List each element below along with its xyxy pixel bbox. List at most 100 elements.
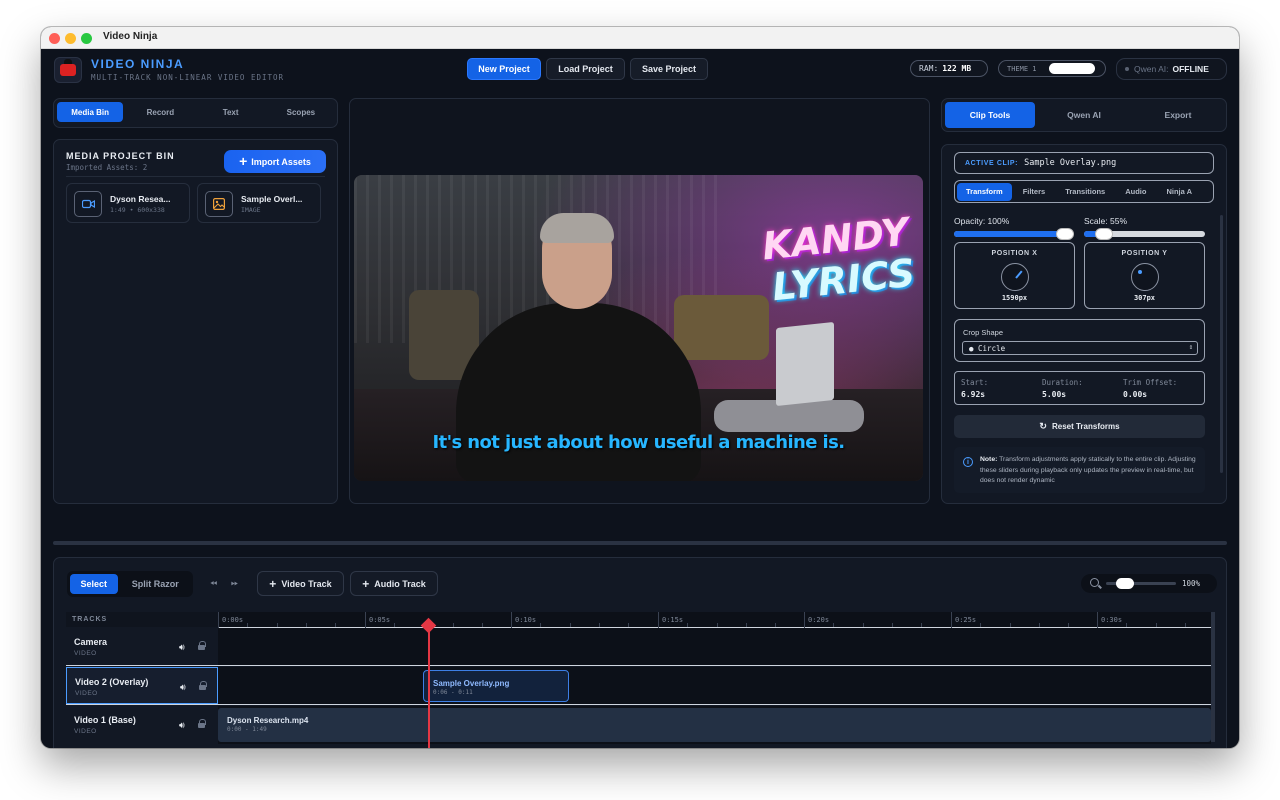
close-window-button[interactable]	[49, 33, 60, 44]
theme-switch[interactable]	[1049, 63, 1095, 74]
tab-qwen-ai[interactable]: Qwen AI	[1039, 102, 1129, 128]
ruler-tick-label: 0:05s	[369, 616, 391, 624]
ruler-minor-tick	[863, 623, 864, 627]
plus-icon: +	[362, 576, 370, 591]
scale-slider[interactable]	[1084, 228, 1205, 240]
position-x-value: 1590px	[1001, 294, 1028, 302]
trim-offset-value: 0.00s	[1123, 390, 1148, 399]
time-ruler[interactable]: 0:00s 0:05s 0:10s 0:15s 0:20s 0:25s 0:30s	[218, 612, 1215, 628]
video-preview[interactable]: KANDY LYRICS It's not just about how use…	[354, 175, 923, 481]
split-razor-button[interactable]: Split Razor	[121, 574, 190, 594]
subtab-transitions[interactable]: Transitions	[1056, 183, 1114, 201]
track-type: VIDEO	[74, 728, 97, 735]
ruler-minor-tick	[540, 623, 541, 627]
tab-record[interactable]: Record	[127, 102, 193, 122]
note-bold: Note:	[980, 456, 998, 463]
ruler-minor-tick	[335, 623, 336, 627]
subtab-filters[interactable]: Filters	[1014, 183, 1055, 201]
position-y-value: 307px	[1133, 294, 1156, 302]
ruler-minor-tick	[599, 623, 600, 627]
timeline-clip[interactable]: Sample Overlay.png 0:06 - 0:11	[423, 670, 569, 702]
save-project-button[interactable]: Save Project	[630, 58, 708, 80]
ruler-tick	[365, 612, 366, 628]
scale-label: Scale: 55%	[1084, 216, 1127, 226]
track-lane[interactable]: Sample Overlay.png 0:06 - 0:11	[218, 667, 1211, 704]
theme-toggle[interactable]: THEME 1	[998, 60, 1106, 77]
clip-timing-info: Start: 6.92s Duration: 5.00s Trim Offset…	[954, 371, 1205, 405]
track-header[interactable]: Camera VIDEO 🔊︎	[66, 628, 218, 665]
ruler-tick-label: 0:25s	[955, 616, 977, 624]
track-row: Video 2 (Overlay) VIDEO 🔊︎ Sample Overla…	[66, 667, 1211, 705]
track-lane[interactable]: Dyson Research.mp4 0:00 - 1:49	[218, 706, 1211, 744]
ruler-minor-tick	[921, 623, 922, 627]
panel-resize-handle[interactable]	[53, 541, 1227, 545]
lock-icon[interactable]	[198, 719, 206, 728]
playhead[interactable]	[428, 628, 430, 748]
asset-card[interactable]: Dyson Resea... 1:49 • 600x338	[66, 183, 190, 223]
ram-label: RAM:	[919, 64, 939, 73]
subtab-ninja-ai[interactable]: Ninja A	[1157, 183, 1201, 201]
step-back-icon[interactable]: ⏪︎	[210, 578, 217, 589]
new-project-button[interactable]: New Project	[467, 58, 541, 80]
ruler-minor-tick	[980, 623, 981, 627]
ruler-minor-tick	[1068, 623, 1069, 627]
speaker-icon[interactable]: 🔊︎	[180, 682, 186, 693]
tab-media-bin[interactable]: Media Bin	[57, 102, 124, 122]
clip-tools-panel: ACTIVE CLIP: Sample Overlay.png Transfor…	[941, 144, 1227, 504]
tab-clip-tools[interactable]: Clip Tools	[945, 102, 1035, 128]
timeline-scrollbar[interactable]	[1211, 612, 1215, 742]
track-header[interactable]: Video 2 (Overlay) VIDEO 🔊︎	[66, 667, 218, 704]
caption-text: It's not just about how useful a machine…	[432, 432, 846, 453]
timeline-panel: Select Split Razor ⏪︎ ⏩︎ + Video Track +…	[53, 557, 1227, 748]
crop-shape-select[interactable]: ● Circle ⇕	[962, 341, 1198, 355]
speaker-icon[interactable]: 🔊︎	[179, 720, 185, 731]
add-video-track-button[interactable]: + Video Track	[257, 571, 344, 596]
select-tool-button[interactable]: Select	[70, 574, 118, 594]
zoom-thumb[interactable]	[1116, 578, 1134, 589]
add-audio-track-button[interactable]: + Audio Track	[350, 571, 438, 596]
scale-thumb[interactable]	[1095, 228, 1113, 240]
reset-icon: ↻	[1039, 421, 1047, 431]
step-forward-icon[interactable]: ⏩︎	[231, 578, 238, 589]
maximize-window-button[interactable]	[81, 33, 92, 44]
load-project-button[interactable]: Load Project	[546, 58, 625, 80]
title-bar: Video Ninja	[41, 27, 1239, 49]
reset-transforms-button[interactable]: ↻ Reset Transforms	[954, 415, 1205, 438]
lock-icon[interactable]	[198, 641, 206, 650]
position-y-knob[interactable]	[1131, 263, 1159, 291]
ruler-minor-tick	[1039, 623, 1040, 627]
active-clip-display: ACTIVE CLIP: Sample Overlay.png	[954, 152, 1214, 174]
ruler-minor-tick	[482, 623, 483, 627]
ruler-minor-tick	[833, 623, 834, 627]
position-y-control: POSITION Y 307px	[1084, 242, 1205, 309]
asset-card[interactable]: Sample Overl... IMAGE	[197, 183, 321, 223]
media-bin-title: MEDIA PROJECT BIN	[66, 151, 175, 161]
subtab-transform[interactable]: Transform	[957, 182, 1012, 201]
divider	[66, 176, 325, 177]
opacity-thumb[interactable]	[1056, 228, 1074, 240]
import-assets-button[interactable]: + Import Assets	[224, 150, 326, 173]
asset-meta: 1:49 • 600x338	[110, 206, 165, 214]
tab-scopes[interactable]: Scopes	[268, 102, 334, 122]
timeline-clip[interactable]: Dyson Research.mp4 0:00 - 1:49	[218, 708, 1211, 742]
opacity-slider[interactable]	[954, 228, 1074, 240]
speaker-icon[interactable]: 🔊︎	[179, 642, 185, 653]
clip-time: 0:06 - 0:11	[433, 689, 473, 696]
track-header[interactable]: Video 1 (Base) VIDEO 🔊︎	[66, 706, 218, 744]
minimize-window-button[interactable]	[65, 33, 76, 44]
subtab-audio[interactable]: Audio	[1116, 183, 1155, 201]
track-lane[interactable]	[218, 628, 1211, 665]
tab-export[interactable]: Export	[1133, 102, 1223, 128]
window-title: Video Ninja	[103, 31, 158, 42]
panel-scrollbar[interactable]	[1220, 215, 1223, 473]
zoom-value: 100%	[1182, 579, 1201, 588]
clip-time: 0:00 - 1:49	[227, 726, 267, 733]
opacity-label: Opacity: 100%	[954, 216, 1010, 226]
position-x-knob[interactable]	[1001, 263, 1029, 291]
zoom-slider[interactable]	[1106, 578, 1176, 589]
app-subtitle: MULTI-TRACK NON-LINEAR VIDEO EDITOR	[91, 73, 285, 82]
lock-icon[interactable]	[199, 681, 207, 690]
opacity-fill	[954, 231, 1065, 237]
tab-text[interactable]: Text	[198, 102, 264, 122]
ruler-minor-tick	[277, 623, 278, 627]
